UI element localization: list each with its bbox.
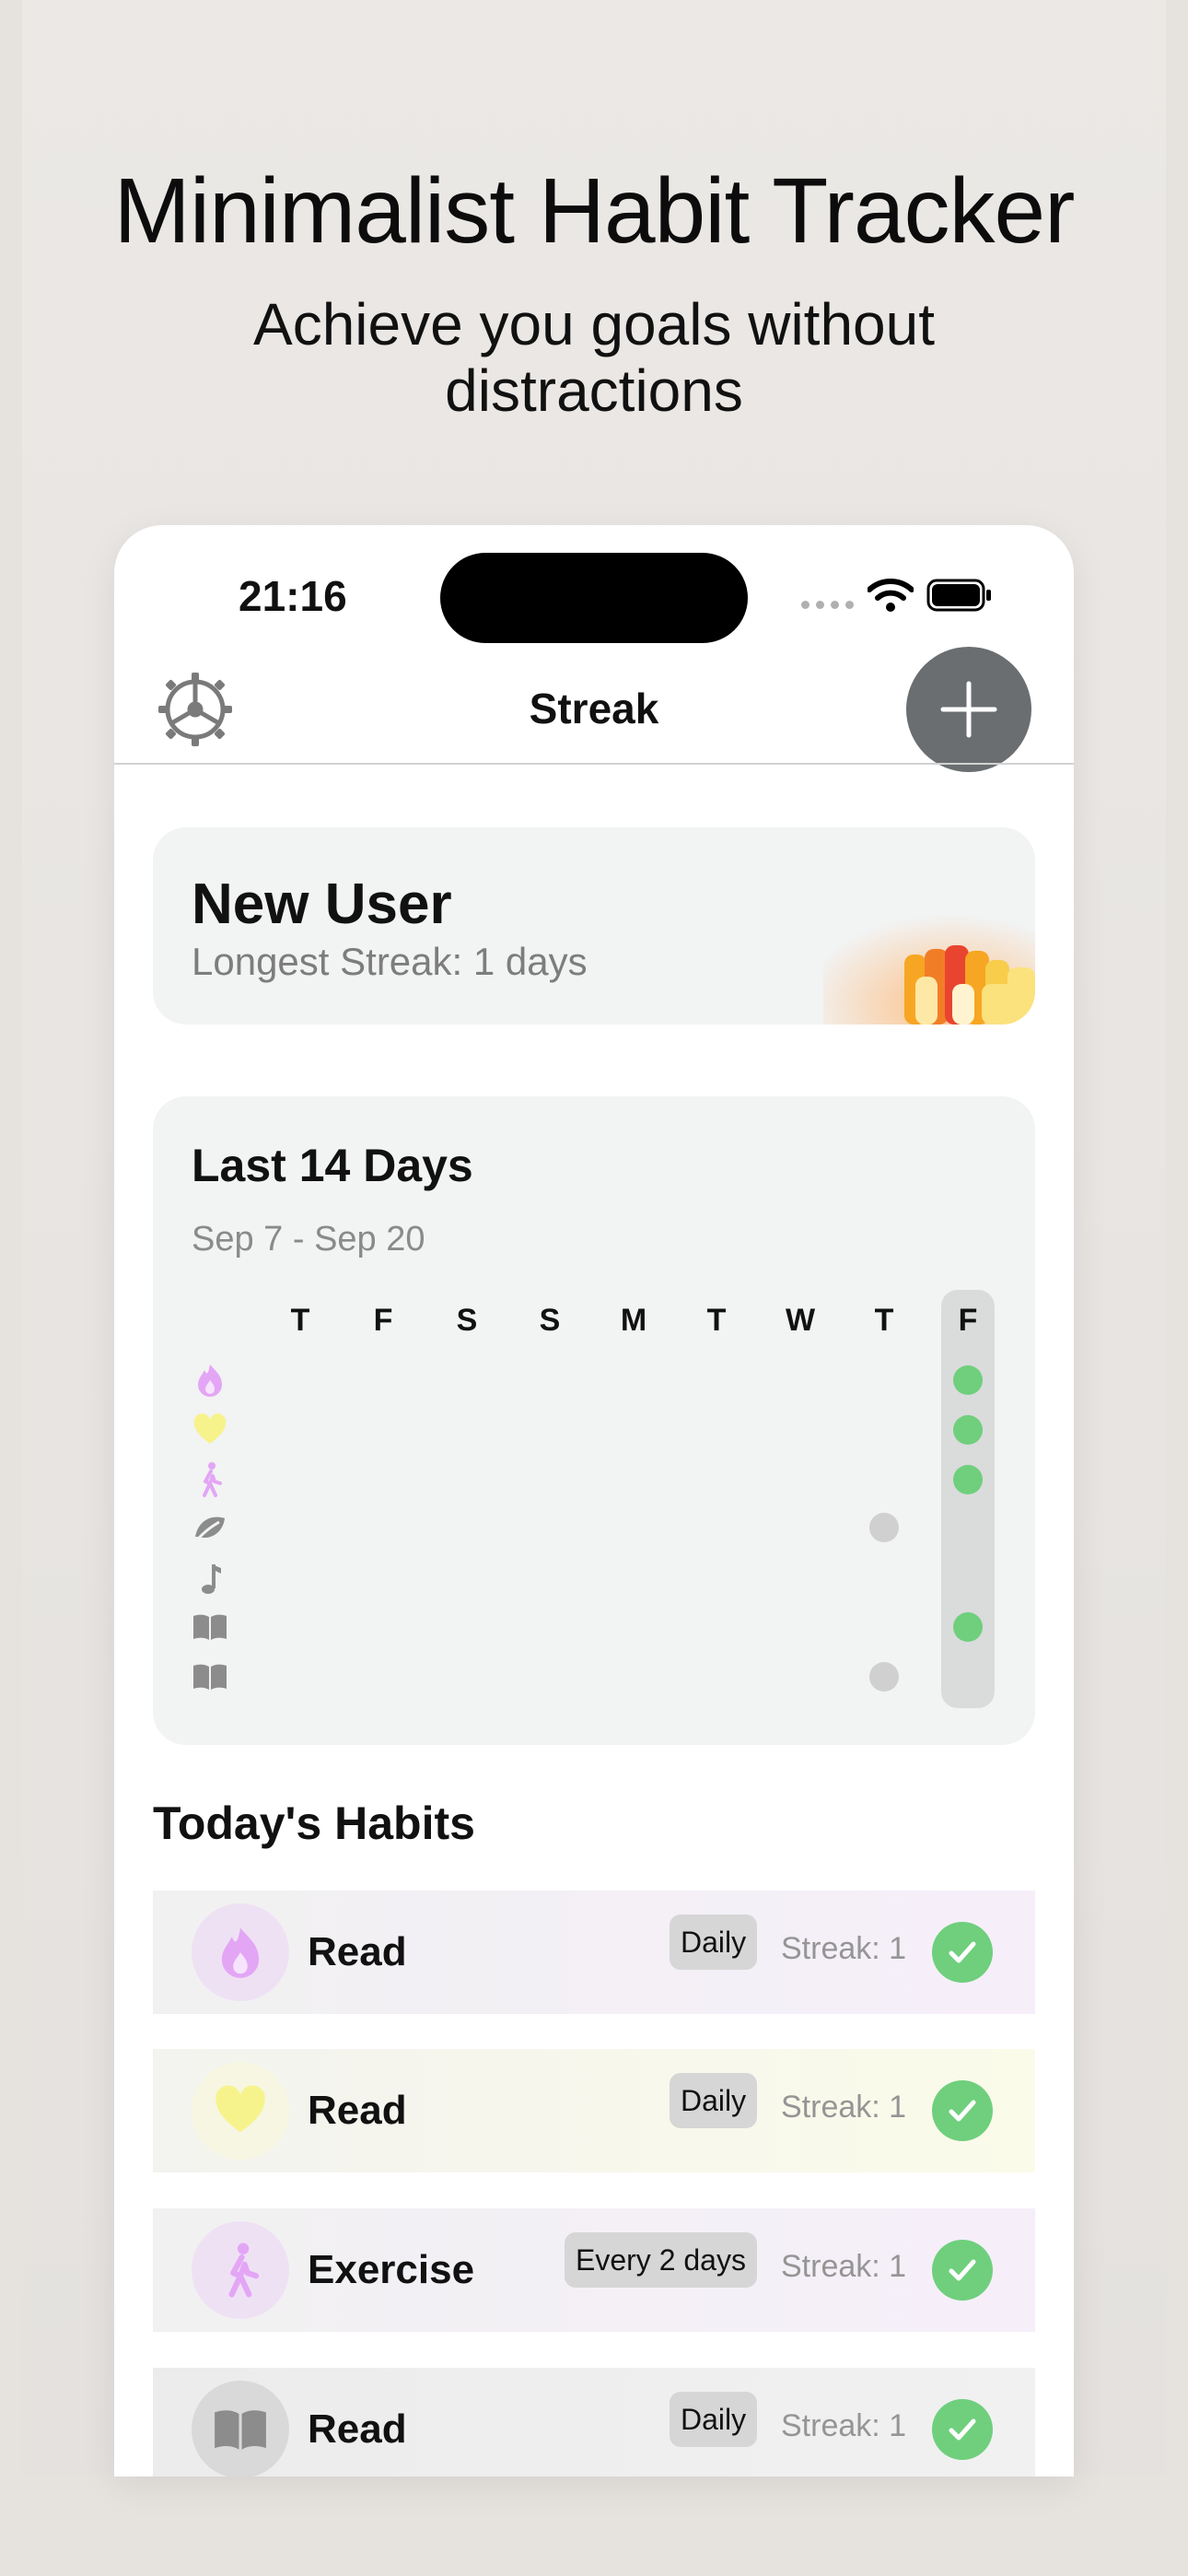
habit-row[interactable]: Exercise Every 2 days Streak: 1 — [153, 2208, 1035, 2332]
completed-check-button[interactable] — [932, 2399, 993, 2460]
flame-icon — [192, 1903, 289, 2001]
checkmark-icon — [949, 1941, 976, 1963]
walking-icon — [192, 1461, 228, 1498]
plus-icon — [940, 681, 997, 738]
frequency-badge: Daily — [670, 2392, 758, 2447]
longest-streak: Longest Streak: 1 days — [192, 940, 588, 983]
day-header: T — [874, 1303, 894, 1338]
phone-frame: 21:16 Streak New User Longest Streak: 1 … — [114, 525, 1074, 2476]
promo-subtitle-line2: distractions — [445, 357, 743, 424]
checkmark-icon — [949, 2100, 976, 2122]
streak-flame-icon — [823, 896, 1035, 1025]
wifi-icon — [868, 579, 914, 612]
completed-check-button[interactable] — [932, 2240, 993, 2301]
heart-icon — [192, 1411, 228, 1448]
signal-dots-icon — [801, 601, 854, 609]
habit-streak: Streak: 1 — [781, 1931, 907, 1966]
day-header: M — [620, 1303, 647, 1338]
history-grid: TFSSMTWTF — [153, 1096, 1035, 1745]
book-icon — [192, 1609, 228, 1645]
frequency-badge: Daily — [670, 2073, 758, 2128]
habit-row[interactable]: Read Daily Streak: 1 — [153, 1891, 1035, 2014]
completed-check-button[interactable] — [932, 2080, 993, 2141]
frequency-badge: Every 2 days — [565, 2232, 757, 2288]
heart-icon — [192, 2062, 289, 2160]
book-icon — [192, 2381, 289, 2476]
habit-name: Read — [308, 1929, 407, 1974]
completed-dot — [953, 1415, 983, 1445]
completed-check-button[interactable] — [932, 1922, 993, 1983]
todays-habits-title: Today's Habits — [153, 1797, 475, 1849]
day-header: T — [290, 1303, 310, 1338]
walking-icon — [192, 2221, 289, 2319]
nav-divider — [114, 763, 1074, 765]
habit-name: Exercise — [308, 2247, 475, 2292]
battery-icon — [926, 579, 991, 612]
promo-title: Minimalist Habit Tracker — [113, 159, 1076, 263]
habit-row[interactable]: Read Daily Streak: 1 — [153, 2368, 1035, 2476]
user-name: New User — [192, 872, 452, 936]
checkmark-icon — [949, 2259, 976, 2281]
status-time: 21:16 — [239, 572, 347, 620]
flame-icon — [192, 1362, 228, 1399]
day-header: T — [706, 1303, 727, 1338]
completed-dot — [953, 1465, 983, 1494]
habit-streak: Streak: 1 — [781, 2249, 907, 2284]
habit-streak: Streak: 1 — [781, 2090, 907, 2125]
promo-subtitle-line1: Achieve you goals without — [253, 291, 935, 357]
add-habit-button[interactable] — [906, 647, 1031, 772]
day-header: W — [785, 1303, 816, 1338]
completed-dot — [953, 1365, 983, 1395]
skipped-dot — [869, 1662, 899, 1692]
book-icon — [192, 1658, 228, 1695]
user-card[interactable]: New User Longest Streak: 1 days — [153, 827, 1035, 1025]
leaf-icon — [192, 1509, 228, 1546]
last-14-days-card: Last 14 Days Sep 7 - Sep 20 TFSSMTWTF — [153, 1096, 1035, 1745]
habit-streak: Streak: 1 — [781, 2408, 907, 2443]
skipped-dot — [869, 1513, 899, 1542]
checkmark-icon — [949, 2418, 976, 2441]
day-header: F — [373, 1303, 393, 1338]
frequency-badge: Daily — [670, 1914, 758, 1970]
habit-name: Read — [308, 2088, 407, 2133]
dynamic-island — [440, 553, 748, 643]
music-note-icon — [192, 1561, 228, 1598]
day-header: F — [958, 1303, 978, 1338]
completed-dot — [953, 1612, 983, 1642]
habit-row[interactable]: Read Daily Streak: 1 — [153, 2049, 1035, 2172]
promo-subtitle: Achieve you goals without distractions — [0, 291, 1188, 424]
habit-name: Read — [308, 2406, 407, 2452]
day-header: S — [539, 1303, 561, 1338]
day-header: S — [456, 1303, 478, 1338]
